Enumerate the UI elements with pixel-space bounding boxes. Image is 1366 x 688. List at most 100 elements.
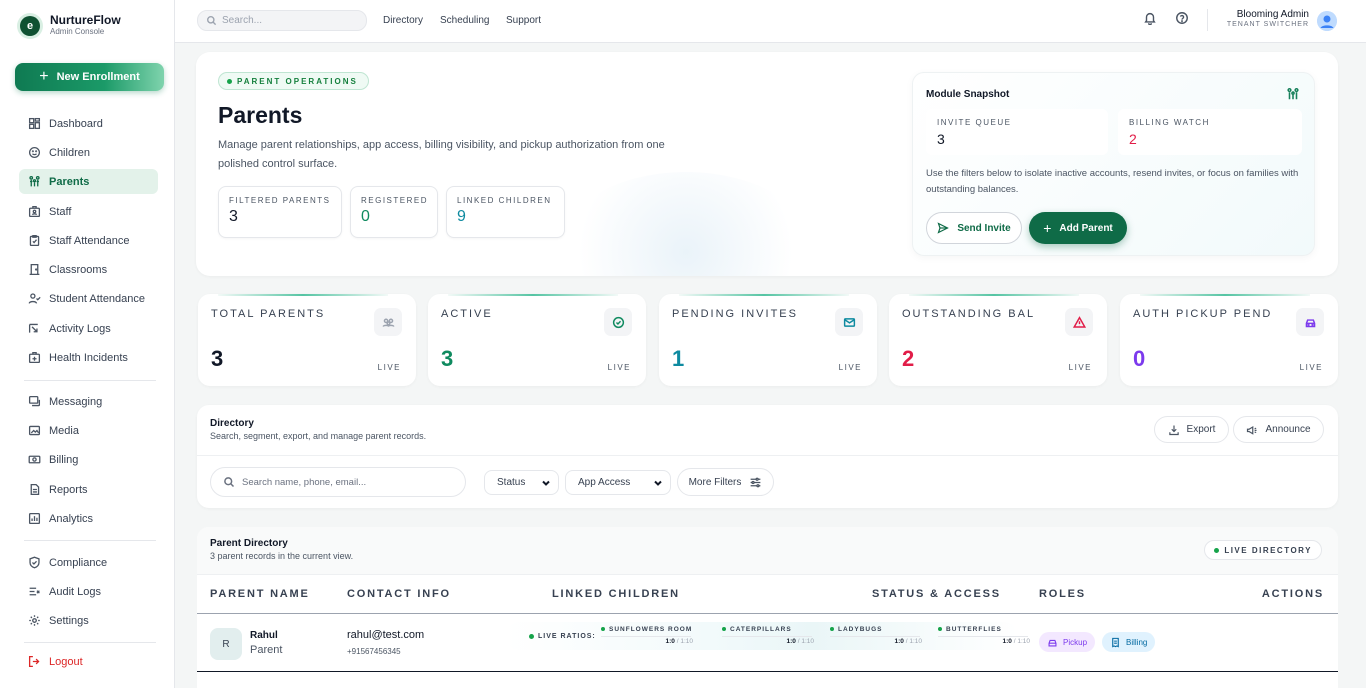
kpi-live-label: LIVE (607, 363, 631, 372)
add-parent-label: Add Parent (1059, 222, 1113, 234)
user-name[interactable]: Blooming Admin (1237, 9, 1309, 20)
parent-search-input[interactable]: Search name, phone, email... (210, 467, 466, 497)
add-parent-button[interactable]: + Add Parent (1029, 212, 1127, 244)
kpi-value: 2 (902, 346, 915, 371)
smile-icon (27, 146, 41, 160)
kpi-active: ACTIVE 3 LIVE (428, 294, 646, 386)
sidebar-item-activity-logs[interactable]: Activity Logs (19, 316, 158, 341)
send-invite-label: Send Invite (957, 222, 1011, 234)
ratio-current: 1:0 (786, 638, 796, 645)
role-chip-pickup[interactable]: Pickup (1039, 632, 1096, 652)
module-snapshot: Module Snapshot INVITE QUEUE 3 BILLING W… (912, 72, 1315, 256)
directory-panel: Directory Search, segment, export, and m… (197, 405, 1338, 508)
user-avatar-icon (1317, 11, 1337, 31)
room-ratio-bar (722, 636, 812, 637)
room-ratio-bar (830, 636, 920, 637)
col-roles[interactable]: ROLES (1039, 588, 1086, 600)
sidebar-item-student-attendance[interactable]: Student Attendance (19, 286, 158, 311)
invite-queue-cell: INVITE QUEUE 3 (926, 109, 1108, 155)
col-linked-children[interactable]: LINKED CHILDREN (552, 588, 680, 600)
export-button[interactable]: Export (1154, 416, 1229, 443)
stat-label: FILTERED PARENTS (229, 196, 331, 205)
sidebar-item-analytics[interactable]: Analytics (19, 506, 158, 531)
table-row[interactable]: R Rahul Parent rahul@test.com +915674563… (197, 614, 1338, 672)
col-contact-info[interactable]: CONTACT INFO (347, 588, 451, 600)
kpi-label: ACTIVE (441, 308, 493, 320)
status-select[interactable]: Status (484, 470, 559, 495)
sidebar-item-label: Settings (49, 614, 89, 627)
logout-button[interactable]: Logout (19, 649, 158, 674)
room-name: SUNFLOWERS ROOM (601, 626, 701, 633)
parent-name[interactable]: Rahul (250, 630, 278, 641)
help-icon[interactable] (1175, 11, 1189, 25)
sidebar-item-billing[interactable]: Billing (19, 447, 158, 472)
search-placeholder: Search... (222, 15, 263, 26)
sidebar-item-media[interactable]: Media (19, 418, 158, 443)
more-filters-label: More Filters (688, 476, 742, 488)
sidebar-item-staff-attendance[interactable]: Staff Attendance (19, 228, 158, 253)
sidebar-item-staff[interactable]: Staff (19, 199, 158, 224)
col-parent-name[interactable]: PARENT NAME (210, 588, 310, 600)
col-status-access[interactable]: STATUS & ACCESS (872, 588, 1001, 600)
tenant-switcher[interactable]: TENANT SWITCHER (1227, 21, 1309, 28)
ratio-current: 1:0 (665, 638, 675, 645)
gear-icon (27, 614, 41, 628)
clipboard-icon (27, 234, 41, 248)
directory-title: Directory (210, 418, 254, 429)
announce-button[interactable]: Announce (1233, 416, 1324, 443)
sidebar-item-compliance[interactable]: Compliance (19, 550, 158, 575)
new-enrollment-button[interactable]: + New Enrollment (15, 63, 164, 91)
sidebar-item-dashboard[interactable]: Dashboard (19, 111, 158, 136)
col-actions[interactable]: ACTIONS (1262, 588, 1324, 600)
hero-card: PARENT OPERATIONS Parents Manage parent … (196, 52, 1338, 276)
role-chip-billing[interactable]: Billing (1102, 632, 1156, 652)
table-header: Parent Directory 3 parent records in the… (197, 527, 1338, 574)
room-ratio: LADYBUGS 1:0 / 1:10 (830, 626, 930, 645)
sidebar-item-children[interactable]: Children (19, 140, 158, 165)
sidebar-item-messaging[interactable]: Messaging (19, 389, 158, 414)
parent-phone: +91567456345 (347, 647, 401, 656)
send-invite-button[interactable]: Send Invite (926, 212, 1022, 244)
parent-directory-table: Parent Directory 3 parent records in the… (197, 527, 1338, 688)
kpi-label: OUTSTANDING BAL (902, 308, 1036, 320)
sidebar-item-health-incidents[interactable]: Health Incidents (19, 345, 158, 370)
kpi-live-label: LIVE (838, 363, 862, 372)
kpi-live-label: LIVE (1299, 363, 1323, 372)
nav-link-scheduling[interactable]: Scheduling (440, 15, 489, 26)
bell-icon[interactable] (1143, 11, 1157, 26)
global-search-input[interactable]: Search... (197, 10, 367, 31)
user-check-icon (27, 292, 41, 306)
sidebar-item-label: Health Incidents (49, 351, 128, 364)
sidebar-item-classrooms[interactable]: Classrooms (19, 257, 158, 282)
plus-icon: + (39, 68, 49, 85)
export-label: Export (1186, 424, 1216, 435)
kpi-label: PENDING INVITES (672, 308, 798, 320)
megaphone-icon (1247, 425, 1257, 435)
parent-email[interactable]: rahul@test.com (347, 629, 424, 641)
sidebar-divider (24, 642, 156, 643)
badge-icon (27, 205, 41, 219)
sidebar-item-audit-logs[interactable]: Audit Logs (19, 579, 158, 604)
sidebar-item-reports[interactable]: Reports (19, 477, 158, 502)
ratio-current: 1:0 (1002, 638, 1012, 645)
brand[interactable]: e NurtureFlow Admin Console (20, 14, 121, 37)
kpi-auth-pickup-pending: AUTH PICKUP PEND 0 LIVE (1120, 294, 1338, 386)
sidebar-item-settings[interactable]: Settings (19, 608, 158, 633)
more-filters-button[interactable]: More Filters (677, 468, 774, 496)
sidebar-item-label: Children (49, 146, 90, 159)
role-chip-label: Pickup (1063, 637, 1088, 647)
snapshot-title: Module Snapshot (926, 89, 1010, 100)
nav-link-directory[interactable]: Directory (383, 15, 423, 26)
sidebar-divider (24, 380, 156, 381)
app-access-select[interactable]: App Access (565, 470, 671, 495)
brand-sub: Admin Console (50, 27, 105, 36)
sidebar-item-parents[interactable]: Parents (19, 169, 158, 194)
shield-icon (27, 556, 41, 570)
kpi-total-parents: TOTAL PARENTS 3 LIVE (198, 294, 416, 386)
check-circle-icon (604, 308, 632, 336)
search-icon (207, 16, 217, 26)
avatar[interactable] (1317, 11, 1337, 31)
nav-link-support[interactable]: Support (506, 15, 541, 26)
live-directory-badge: LIVE DIRECTORY (1204, 540, 1322, 560)
page-title: Parents (218, 102, 303, 128)
